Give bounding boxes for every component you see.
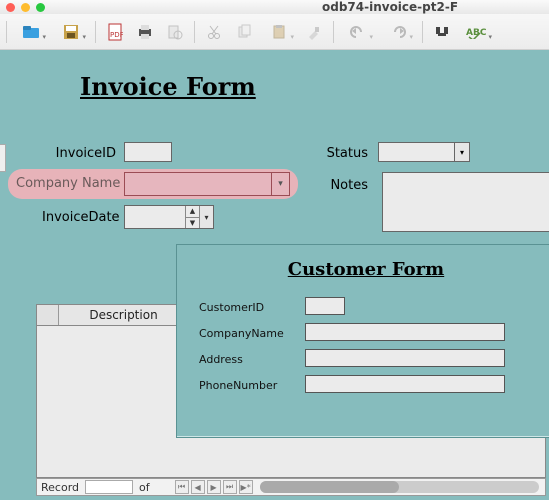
customer-id-label: CustomerID — [199, 301, 264, 314]
invoice-form-title: Invoice Form — [80, 72, 256, 101]
date-dropdown-icon[interactable]: ▾ — [199, 206, 213, 228]
customer-subform[interactable]: Customer Form CustomerID CompanyName Add… — [176, 244, 549, 438]
export-pdf-button[interactable]: PDF — [102, 19, 128, 45]
copy-button[interactable] — [231, 19, 257, 45]
customer-company-field[interactable] — [305, 323, 505, 341]
new-record-button[interactable]: ▶* — [239, 480, 253, 494]
spinner-buttons[interactable]: ▲▼ — [185, 206, 199, 228]
ruler-stub — [0, 144, 6, 172]
open-button[interactable] — [13, 19, 49, 45]
customer-address-field[interactable] — [305, 349, 505, 367]
record-scrollbar[interactable] — [260, 481, 539, 493]
svg-text:PDF: PDF — [110, 31, 123, 39]
customer-id-field[interactable] — [305, 297, 345, 315]
notes-textarea[interactable] — [382, 172, 549, 232]
print-preview-button[interactable] — [162, 19, 188, 45]
find-button[interactable] — [429, 19, 455, 45]
prev-record-button[interactable]: ◀ — [191, 480, 205, 494]
undo-button[interactable] — [340, 19, 376, 45]
invoice-date-label: InvoiceDate — [42, 210, 118, 225]
record-of-label: of — [135, 481, 154, 494]
status-label: Status — [318, 146, 368, 161]
spinner-down-icon[interactable]: ▼ — [186, 218, 199, 229]
toolbar-separator — [194, 21, 195, 43]
form-design-canvas[interactable]: Invoice Form InvoiceID Company Name ▾ In… — [0, 50, 549, 500]
toolbar-separator — [95, 21, 96, 43]
spinner-up-icon[interactable]: ▲ — [186, 206, 199, 218]
record-number-field[interactable] — [85, 480, 133, 494]
toolbar-separator — [6, 21, 7, 43]
invoice-date-field[interactable]: ▲▼ ▾ — [124, 205, 214, 229]
invoice-id-label: InvoiceID — [48, 146, 116, 161]
company-name-label: Company Name — [16, 176, 120, 191]
dropdown-icon[interactable]: ▾ — [271, 173, 289, 195]
next-record-button[interactable]: ▶ — [207, 480, 221, 494]
titlebar: odb74-invoice-pt2-F — [0, 0, 549, 14]
company-name-combobox[interactable]: ▾ — [124, 172, 290, 196]
save-button[interactable] — [53, 19, 89, 45]
close-window-icon[interactable] — [6, 3, 15, 12]
cut-button[interactable] — [201, 19, 227, 45]
print-button[interactable] — [132, 19, 158, 45]
toolbar-separator — [422, 21, 423, 43]
table-corner[interactable] — [37, 305, 59, 325]
window-title: odb74-invoice-pt2-F — [231, 0, 549, 14]
customer-phone-field[interactable] — [305, 375, 505, 393]
customer-form-title: Customer Form — [177, 259, 549, 280]
last-record-button[interactable]: ⏭ — [223, 480, 237, 494]
clone-formatting-button[interactable] — [301, 19, 327, 45]
main-toolbar: PDF ABC — [0, 14, 549, 50]
spellcheck-button[interactable]: ABC — [459, 19, 495, 45]
customer-company-label: CompanyName — [199, 327, 284, 340]
toolbar-separator — [333, 21, 334, 43]
invoice-id-field[interactable] — [124, 142, 172, 162]
redo-button[interactable] — [380, 19, 416, 45]
column-description[interactable]: Description — [59, 305, 189, 325]
notes-label: Notes — [324, 178, 368, 193]
customer-address-label: Address — [199, 353, 243, 366]
paste-button[interactable] — [261, 19, 297, 45]
record-label: Record — [37, 481, 83, 494]
customer-phone-label: PhoneNumber — [199, 379, 277, 392]
maximize-window-icon[interactable] — [36, 3, 45, 12]
record-navigator: Record of ⏮ ◀ ▶ ⏭ ▶* — [36, 478, 546, 496]
minimize-window-icon[interactable] — [21, 3, 30, 12]
first-record-button[interactable]: ⏮ — [175, 480, 189, 494]
status-combobox[interactable]: ▾ — [378, 142, 470, 162]
dropdown-icon[interactable]: ▾ — [454, 142, 470, 162]
